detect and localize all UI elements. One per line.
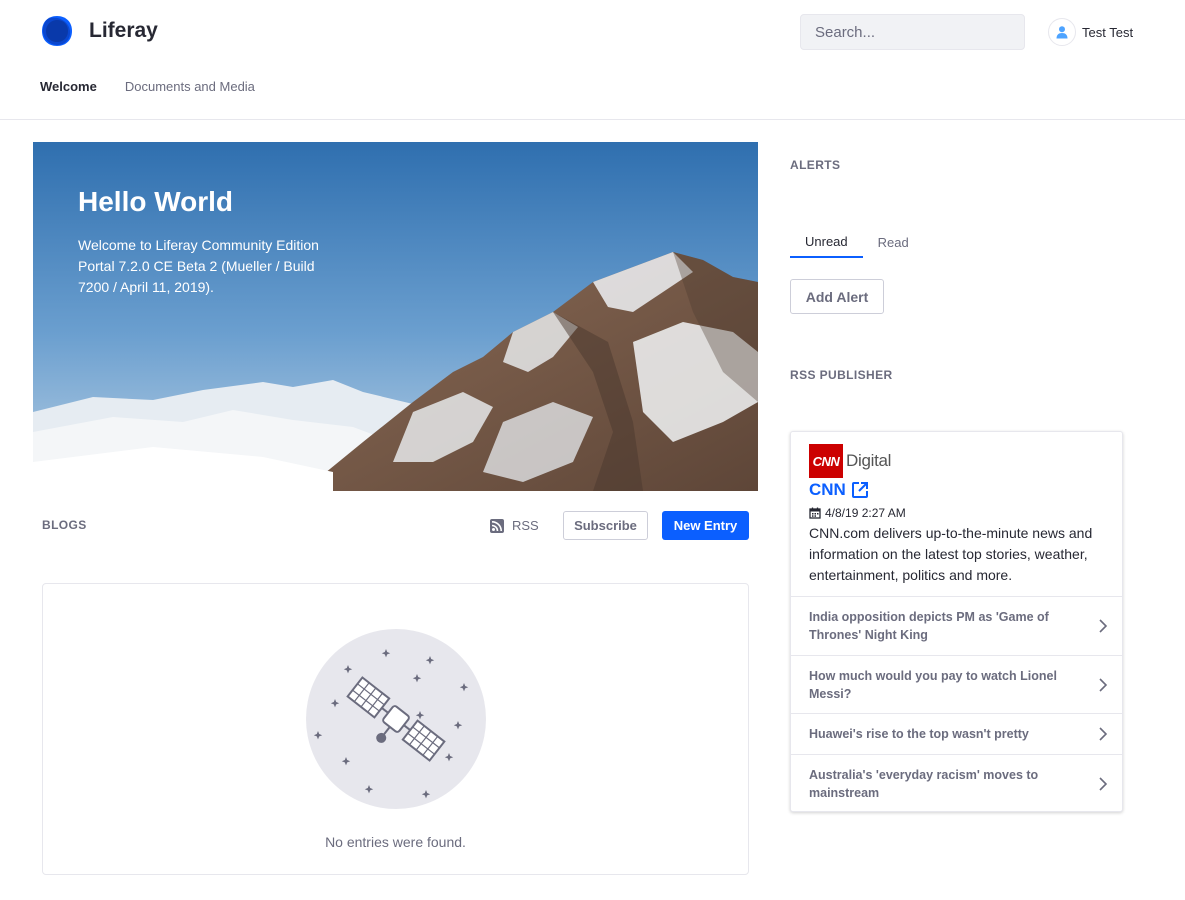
cnn-logo-suffix: Digital bbox=[846, 451, 892, 470]
main-navigation: Welcome Documents and Media bbox=[40, 79, 283, 94]
avatar[interactable] bbox=[1048, 18, 1076, 46]
hero-title: Hello World bbox=[78, 186, 234, 217]
feed-title[interactable]: CNN bbox=[809, 480, 846, 500]
new-entry-button[interactable]: New Entry bbox=[662, 511, 749, 540]
satellite-illustration-icon bbox=[306, 629, 486, 809]
nav-item-documents-and-media[interactable]: Documents and Media bbox=[125, 79, 255, 94]
feed-description: CNN.com delivers up-to-the-minute news a… bbox=[809, 525, 1093, 583]
rss-label: RSS bbox=[512, 518, 539, 533]
user-name[interactable]: Test Test bbox=[1082, 25, 1133, 40]
cnn-digital-logo: CNN Digital bbox=[809, 444, 1104, 478]
chevron-right-icon[interactable] bbox=[1098, 726, 1108, 742]
rss-item-title[interactable]: India opposition depicts PM as 'Game of … bbox=[809, 608, 1079, 644]
alerts-heading: ALERTS bbox=[790, 158, 841, 172]
rss-item-title[interactable]: Huawei's rise to the top wasn't pretty bbox=[809, 725, 1079, 743]
brand-name: Liferay bbox=[89, 19, 158, 42]
feed-date-text: 4/8/19 2:27 AM bbox=[825, 506, 906, 520]
rss-icon bbox=[490, 518, 504, 533]
list-item[interactable]: Australia's 'everyday racism' moves to m… bbox=[791, 755, 1122, 813]
search-input[interactable] bbox=[815, 23, 1014, 41]
alerts-tabs: Unread Read bbox=[790, 226, 924, 258]
chevron-right-icon[interactable] bbox=[1098, 618, 1108, 634]
tab-unread[interactable]: Unread bbox=[790, 226, 863, 258]
tab-read[interactable]: Read bbox=[863, 226, 924, 258]
add-alert-button[interactable]: Add Alert bbox=[790, 279, 884, 314]
cnn-logo-mark: CNN bbox=[809, 444, 843, 478]
brand-logo[interactable]: Liferay bbox=[40, 14, 158, 48]
search-box[interactable] bbox=[800, 14, 1025, 50]
site-header: Liferay Test Test Welcome Documents and … bbox=[0, 0, 1185, 120]
blogs-heading: BLOGS bbox=[42, 518, 87, 532]
list-item[interactable]: India opposition depicts PM as 'Game of … bbox=[791, 597, 1122, 656]
liferay-logo-icon bbox=[42, 16, 72, 46]
rss-link[interactable]: RSS bbox=[490, 518, 539, 533]
rss-item-title[interactable]: Australia's 'everyday racism' moves to m… bbox=[809, 766, 1079, 802]
rss-feed-card: CNN Digital CNN 4/8/19 2:27 AM CNN.com d… bbox=[790, 431, 1123, 812]
external-link-icon[interactable] bbox=[851, 481, 869, 499]
list-item[interactable]: Huawei's rise to the top wasn't pretty bbox=[791, 714, 1122, 755]
feed-date: 4/8/19 2:27 AM bbox=[809, 506, 1104, 520]
blogs-empty-state: No entries were found. bbox=[42, 583, 749, 875]
user-menu[interactable]: Test Test bbox=[1048, 18, 1133, 46]
feed-header: CNN Digital CNN 4/8/19 2:27 AM CNN.com d… bbox=[791, 432, 1122, 597]
rss-item-title[interactable]: How much would you pay to watch Lionel M… bbox=[809, 667, 1079, 703]
feed-title-link[interactable]: CNN bbox=[809, 480, 1104, 500]
chevron-right-icon[interactable] bbox=[1098, 776, 1108, 792]
hero-text: Welcome to Liferay Community Edition Por… bbox=[78, 237, 319, 295]
user-icon bbox=[1056, 26, 1068, 39]
chevron-right-icon[interactable] bbox=[1098, 677, 1108, 693]
empty-state-message: No entries were found. bbox=[325, 834, 466, 850]
rss-publisher-heading: RSS PUBLISHER bbox=[790, 368, 893, 382]
hero-banner: Hello World Welcome to Liferay Community… bbox=[33, 142, 758, 491]
subscribe-button[interactable]: Subscribe bbox=[563, 511, 648, 540]
list-item[interactable]: How much would you pay to watch Lionel M… bbox=[791, 656, 1122, 714]
calendar-icon bbox=[809, 507, 821, 519]
nav-item-welcome[interactable]: Welcome bbox=[40, 79, 97, 94]
